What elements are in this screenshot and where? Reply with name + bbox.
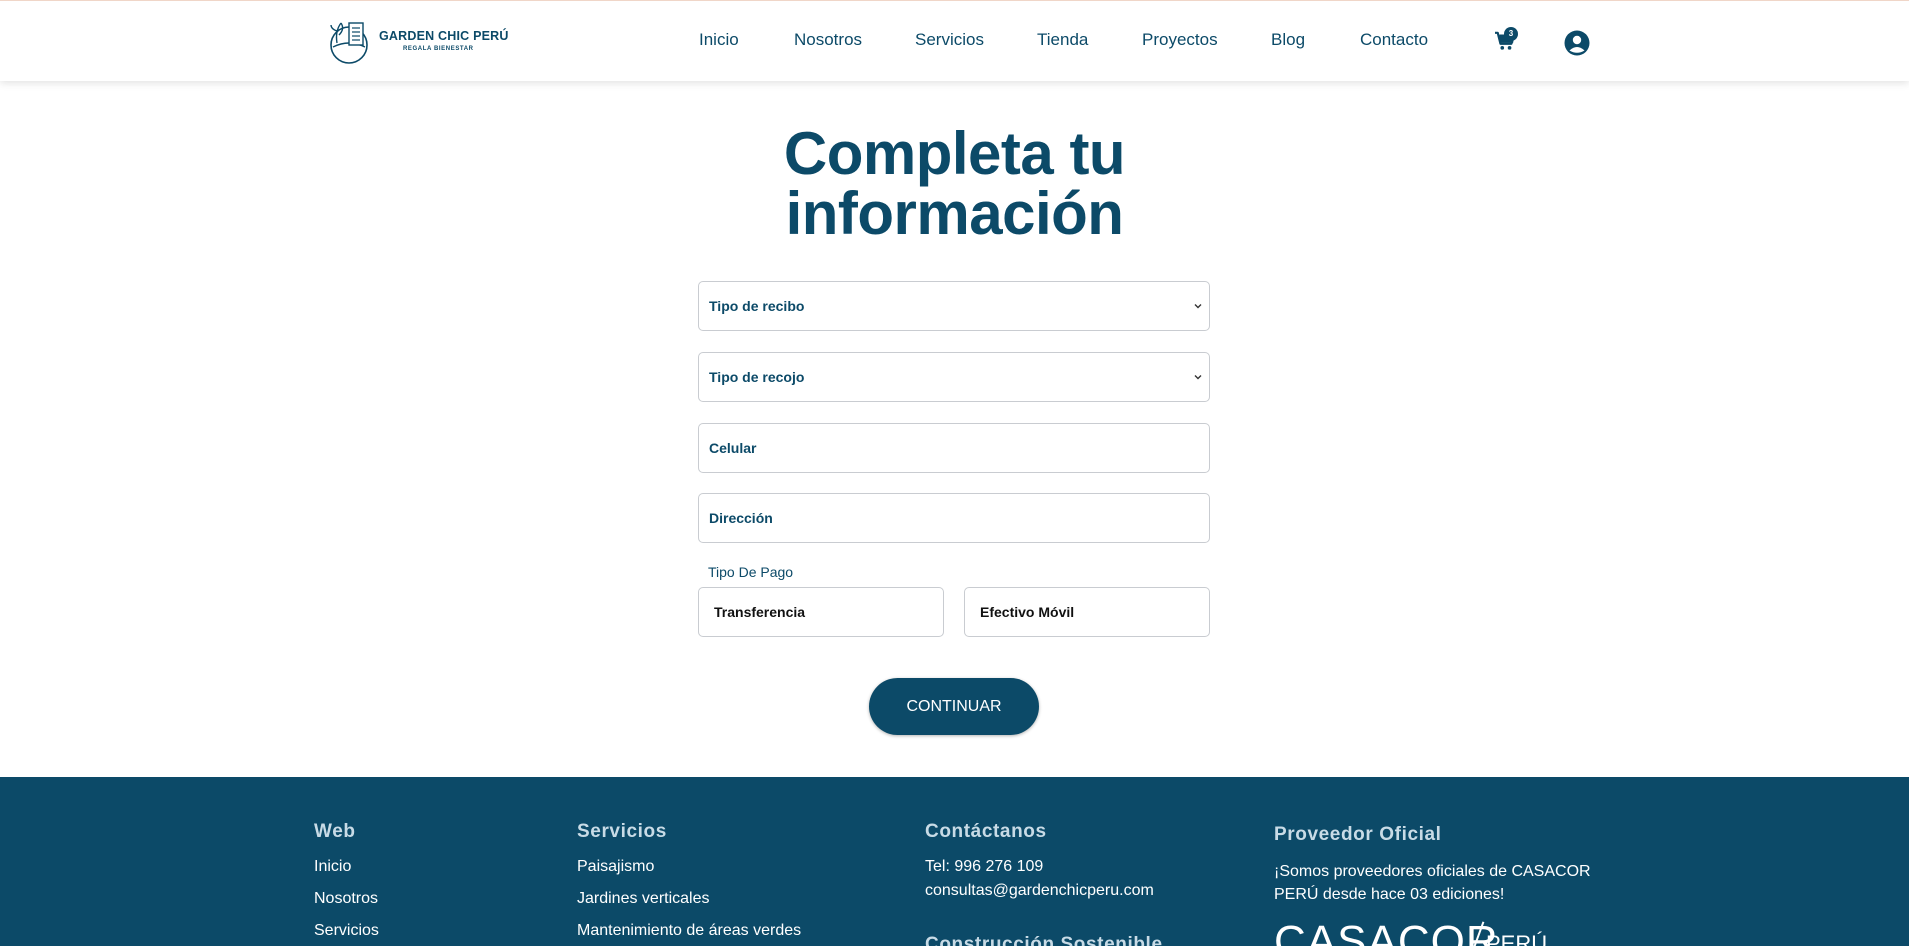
footer-link-mantenimiento[interactable]: Mantenimiento de áreas verdes [577, 922, 801, 940]
footer-link-servicios[interactable]: Servicios [314, 922, 379, 940]
footer-link-nosotros[interactable]: Nosotros [314, 890, 378, 908]
pickup-type-select[interactable]: Tipo de recojo [698, 352, 1210, 402]
payment-option-label: Transferencia [714, 604, 806, 620]
footer-phone[interactable]: Tel: 996 276 109 [925, 858, 1043, 876]
payment-type-label: Tipo De Pago [708, 564, 794, 580]
nav-nosotros[interactable]: Nosotros [794, 30, 862, 50]
footer-link-paisajismo[interactable]: Paisajismo [577, 858, 654, 876]
cart-count-badge: 3 [1504, 27, 1518, 41]
nav-inicio[interactable]: Inicio [699, 30, 739, 50]
footer-sustainable-heading: Construcción Sostenible [925, 934, 1163, 946]
nav-blog[interactable]: Blog [1271, 30, 1305, 50]
chevron-down-icon [1194, 304, 1202, 309]
footer-contact-heading: Contáctanos [925, 821, 1047, 842]
address-input[interactable]: Dirección [698, 493, 1210, 543]
nav-proyectos[interactable]: Proyectos [1142, 30, 1218, 50]
logo[interactable]: GARDEN CHIC PERÚ REGALA BIENESTAR [327, 17, 509, 65]
phone-input[interactable]: Celular [698, 423, 1210, 473]
nav-tienda[interactable]: Tienda [1037, 30, 1088, 50]
footer-provider-text-line2: PERÚ desde hace 03 ediciones! [1274, 886, 1505, 903]
logo-name: GARDEN CHIC PERÚ [379, 29, 509, 44]
pickup-type-label: Tipo de recojo [709, 369, 805, 385]
payment-option-label: Efectivo Móvil [980, 604, 1075, 620]
casacor-logo-country: PERÚ [1486, 931, 1548, 946]
page-title-line1: Completa tu [783, 120, 1126, 187]
chevron-down-icon [1194, 375, 1202, 380]
user-account-icon[interactable] [1564, 30, 1590, 56]
phone-placeholder: Celular [709, 440, 757, 456]
payment-option-transfer[interactable]: Transferencia [698, 587, 944, 637]
page-title: Completa tu información [0, 124, 1909, 244]
nav-contacto[interactable]: Contacto [1360, 30, 1428, 50]
logo-icon [330, 22, 368, 64]
footer-link-inicio[interactable]: Inicio [314, 858, 351, 876]
receipt-type-select[interactable]: Tipo de recibo [698, 281, 1210, 331]
page-title-line2: información [785, 180, 1124, 247]
casacor-logo: CASACOR [1274, 917, 1499, 946]
receipt-type-label: Tipo de recibo [709, 298, 805, 314]
site-footer: Web Inicio Nosotros Servicios Servicios … [0, 777, 1909, 946]
site-header: GARDEN CHIC PERÚ REGALA BIENESTAR Inicio… [0, 0, 1909, 81]
logo-tagline: REGALA BIENESTAR [403, 45, 474, 52]
footer-link-jardines-verticales[interactable]: Jardines verticales [577, 890, 710, 908]
footer-provider-heading: Proveedor Oficial [1274, 824, 1442, 845]
continue-button[interactable]: CONTINUAR [869, 678, 1039, 735]
footer-email[interactable]: consultas@gardenchicperu.com [925, 882, 1154, 900]
footer-web-heading: Web [314, 821, 356, 842]
payment-option-cash-mobile[interactable]: Efectivo Móvil [964, 587, 1210, 637]
nav-servicios[interactable]: Servicios [915, 30, 984, 50]
footer-provider-text-line1: ¡Somos proveedores oficiales de CASACOR [1274, 863, 1591, 880]
footer-services-heading: Servicios [577, 821, 667, 842]
address-placeholder: Dirección [709, 510, 773, 526]
